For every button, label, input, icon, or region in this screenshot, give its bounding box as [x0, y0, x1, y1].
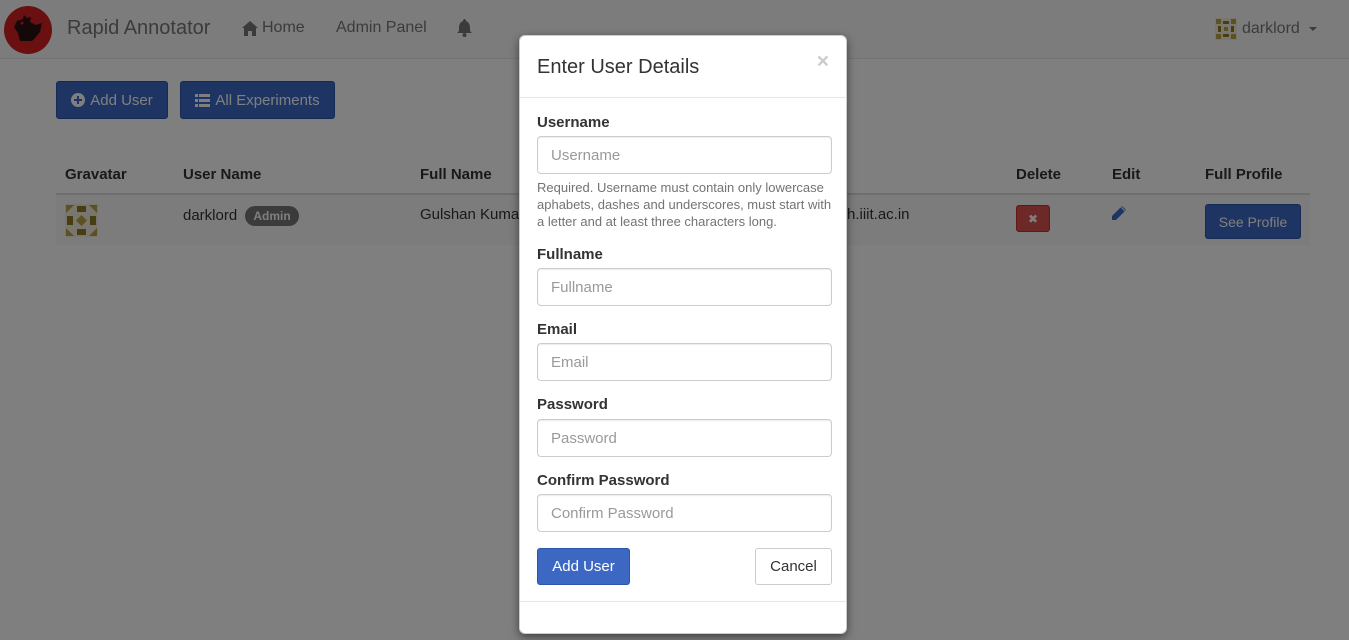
username-label: Username [537, 114, 610, 131]
close-icon[interactable]: × [817, 50, 829, 74]
password-label: Password [537, 396, 608, 413]
modal-footer-divider [520, 601, 846, 602]
email-label: Email [537, 321, 578, 338]
confirm-password-label: Confirm Password [537, 472, 670, 489]
fullname-label: Fullname [537, 246, 603, 263]
username-help-text: Required. Username must contain only low… [537, 180, 832, 229]
email-input[interactable] [537, 343, 832, 381]
confirm-password-input[interactable] [537, 494, 832, 532]
modal-cancel-button[interactable]: Cancel [755, 548, 832, 585]
fullname-input[interactable] [537, 268, 832, 306]
modal-add-user-button[interactable]: Add User [537, 548, 630, 585]
user-details-modal: Enter User Details × Username Required. … [519, 35, 847, 634]
modal-title: Enter User Details [537, 56, 700, 78]
username-input[interactable] [537, 136, 832, 174]
password-input[interactable] [537, 419, 832, 457]
modal-header-divider [520, 97, 846, 98]
